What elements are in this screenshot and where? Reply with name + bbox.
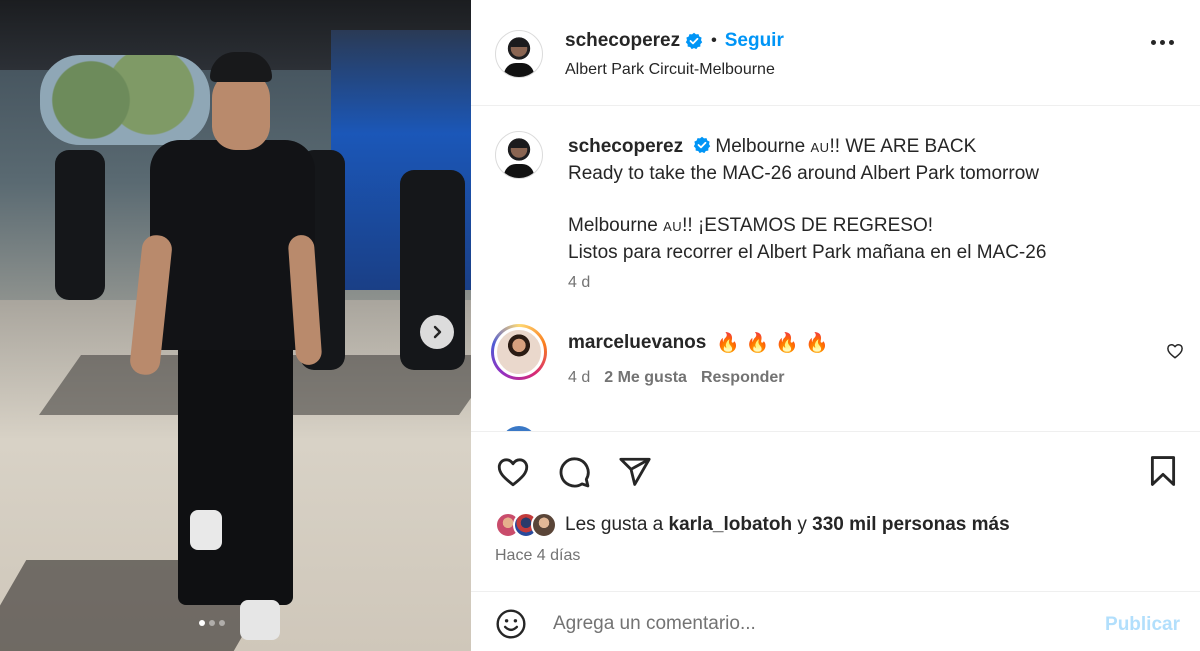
carousel-dots <box>199 620 225 626</box>
photo-person-legs <box>178 340 293 605</box>
photo-bystander <box>55 150 105 300</box>
avatar-cap <box>509 39 529 47</box>
save-button[interactable] <box>1146 454 1182 490</box>
verified-icon <box>685 32 703 50</box>
comment-button[interactable] <box>556 454 592 490</box>
post-side-panel: schecoperez • Seguir Albert Park Circuit… <box>471 0 1200 651</box>
commenter-avatar <box>494 327 544 377</box>
post-caption: schecoperez Melbourne AU!! WE ARE BACK R… <box>568 134 1168 266</box>
carousel-dot <box>209 620 215 626</box>
carousel-next-button[interactable] <box>420 315 454 349</box>
share-button[interactable] <box>617 454 653 490</box>
reply-button[interactable]: Responder <box>701 369 785 387</box>
carousel-dot <box>199 620 205 626</box>
caption-flag-text: AU <box>810 140 830 155</box>
chevron-right-icon <box>433 325 442 339</box>
carousel-dot <box>219 620 225 626</box>
more-icon <box>1151 40 1156 45</box>
more-icon <box>1160 40 1165 45</box>
avatar-cap <box>509 140 529 148</box>
action-icons <box>495 454 653 490</box>
like-button[interactable] <box>495 454 531 490</box>
comment-text: 🔥🔥🔥🔥 <box>716 333 835 354</box>
post-date[interactable]: Hace 4 días <box>495 547 580 565</box>
comment-timestamp[interactable]: 4 d <box>568 369 590 387</box>
caption-text: Listos para recorrer el Albert Park maña… <box>568 242 1047 263</box>
bookmark-icon <box>1150 456 1176 486</box>
caption-text: Melbourne <box>568 215 664 236</box>
emoji-icon[interactable] <box>495 608 527 640</box>
likes-middle: y <box>792 514 813 535</box>
caption-flag-text: AU <box>663 219 683 234</box>
author-avatar[interactable] <box>495 30 543 78</box>
comment-input[interactable] <box>553 606 1073 642</box>
post-location[interactable]: Albert Park Circuit-Melbourne <box>565 61 775 79</box>
separator-dot: • <box>711 32 717 49</box>
caption-author-avatar[interactable] <box>495 131 543 179</box>
commenter-avatar-story-ring[interactable] <box>491 324 547 380</box>
caption-username[interactable]: schecoperez <box>568 136 683 157</box>
author-username[interactable]: schecoperez <box>565 30 680 52</box>
likes-prefix: Les gusta a <box>565 514 669 535</box>
likes-count[interactable]: 330 mil personas más <box>812 514 1010 535</box>
comment-composer: Publicar <box>471 591 1200 651</box>
publish-button[interactable]: Publicar <box>1105 614 1180 636</box>
comments-section[interactable]: schecoperez Melbourne AU!! WE ARE BACK R… <box>471 106 1200 431</box>
caption-text: !! WE ARE BACK <box>829 136 977 157</box>
caption-timestamp[interactable]: 4 d <box>568 274 590 292</box>
more-options-button[interactable] <box>1151 40 1174 45</box>
likes-user[interactable]: karla_lobatoh <box>669 514 793 535</box>
verified-icon <box>693 136 711 154</box>
likes-summary[interactable]: Les gusta a karla_lobatoh y 330 mil pers… <box>495 512 1010 538</box>
likes-text: Les gusta a karla_lobatoh y 330 mil pers… <box>565 514 1010 536</box>
avatar-shirt <box>504 63 534 77</box>
caption-text: !! ¡ESTAMOS DE REGRESO! <box>682 215 934 236</box>
follow-button[interactable]: Seguir <box>725 30 784 52</box>
comment-likes[interactable]: 2 Me gusta <box>604 369 687 387</box>
post-actions: Les gusta a karla_lobatoh y 330 mil pers… <box>471 431 1200 591</box>
more-icon <box>1169 40 1174 45</box>
heart-icon <box>497 458 529 487</box>
comment-username[interactable]: marceluevanos <box>568 332 706 354</box>
comment-icon <box>559 457 590 488</box>
avatar-shirt <box>504 164 534 178</box>
photo-person-head <box>212 70 270 150</box>
photo-trees <box>40 55 210 145</box>
comment-heart-icon[interactable] <box>1166 342 1184 360</box>
comment-meta: 4 d 2 Me gusta Responder <box>568 369 785 387</box>
instagram-post-modal: schecoperez • Seguir Albert Park Circuit… <box>0 0 1200 651</box>
photo-person-shoe <box>190 510 222 550</box>
caption-text: Ready to take the MAC-26 around Albert P… <box>568 163 1040 184</box>
author-line: schecoperez • Seguir <box>565 30 784 52</box>
caption-text: Melbourne <box>715 136 811 157</box>
share-icon <box>619 457 651 486</box>
post-photo <box>0 0 471 651</box>
liker-avatar <box>531 512 557 538</box>
post-header: schecoperez • Seguir Albert Park Circuit… <box>471 0 1200 106</box>
photo-person-shoe <box>240 600 280 640</box>
